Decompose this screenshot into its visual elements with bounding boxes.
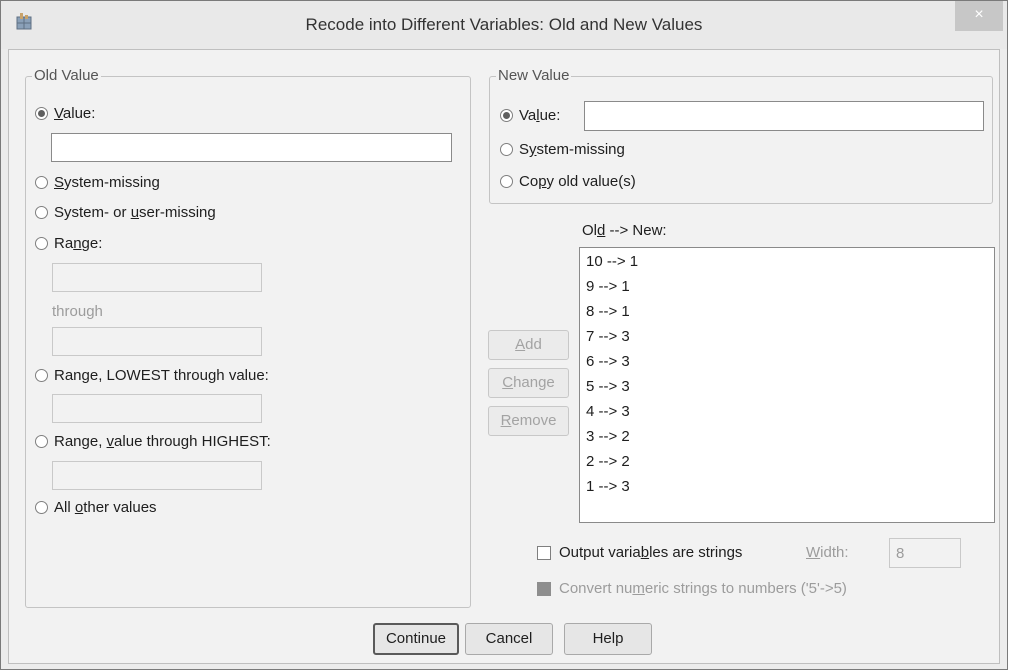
old-all-other-radio[interactable]: All other values	[35, 499, 157, 516]
radio-indicator	[500, 175, 513, 188]
radio-indicator	[35, 206, 48, 219]
window-title: Recode into Different Variables: Old and…	[305, 15, 703, 34]
list-item[interactable]: 1 --> 3	[586, 478, 630, 495]
list-item[interactable]: 5 --> 3	[586, 378, 630, 395]
continue-button[interactable]: Continue	[373, 623, 459, 655]
output-strings-checkbox[interactable]: Output variables are strings	[537, 544, 742, 561]
radio-indicator	[500, 143, 513, 156]
range-from-input[interactable]	[52, 263, 262, 292]
list-item[interactable]: 2 --> 2	[586, 453, 630, 470]
old-system-or-user-missing-radio[interactable]: System- or user-missing	[35, 204, 216, 221]
old-system-missing-label: System-missing	[54, 174, 160, 191]
title-bar: Recode into Different Variables: Old and…	[1, 1, 1007, 49]
list-item[interactable]: 6 --> 3	[586, 353, 630, 370]
help-button[interactable]: Help	[564, 623, 652, 655]
old-value-group: Old Value Value: System-missing System- …	[25, 67, 471, 608]
new-value-group: New Value Value: System-missing Copy old…	[489, 67, 993, 204]
old-range-highest-label: Range, value through HIGHEST:	[54, 433, 271, 450]
close-icon: ×	[974, 6, 984, 23]
old-system-or-user-missing-label: System- or user-missing	[54, 204, 216, 221]
checkbox-indicator	[537, 581, 551, 596]
list-item[interactable]: 9 --> 1	[586, 278, 630, 295]
new-value-input[interactable]	[584, 101, 984, 131]
radio-indicator	[35, 435, 48, 448]
range-lowest-input[interactable]	[52, 394, 262, 423]
list-item[interactable]: 10 --> 1	[586, 253, 638, 270]
old-range-highest-radio[interactable]: Range, value through HIGHEST:	[35, 433, 271, 450]
new-copy-old-radio[interactable]: Copy old value(s)	[500, 173, 636, 190]
range-highest-input[interactable]	[52, 461, 262, 490]
width-input[interactable]: 8	[889, 538, 961, 568]
new-value-label: Value:	[519, 107, 561, 124]
radio-indicator	[35, 369, 48, 382]
old-value-label: Value:	[54, 105, 96, 122]
convert-numeric-checkbox[interactable]: Convert numeric strings to numbers ('5'-…	[537, 580, 847, 597]
old-all-other-label: All other values	[54, 499, 157, 516]
list-item[interactable]: 3 --> 2	[586, 428, 630, 445]
width-value: 8	[896, 545, 905, 562]
list-item[interactable]: 8 --> 1	[586, 303, 630, 320]
old-value-input[interactable]	[51, 133, 452, 162]
mapping-header: Old --> New:	[582, 222, 667, 239]
radio-indicator	[35, 237, 48, 250]
radio-indicator	[35, 107, 48, 120]
output-strings-label: Output variables are strings	[559, 544, 743, 561]
remove-button[interactable]: Remove	[488, 406, 569, 436]
old-range-radio[interactable]: Range:	[35, 235, 102, 252]
old-system-missing-radio[interactable]: System-missing	[35, 174, 160, 191]
old-range-label: Range:	[54, 235, 103, 252]
list-item[interactable]: 4 --> 3	[586, 403, 630, 420]
new-value-legend: New Value	[496, 67, 572, 84]
new-value-radio[interactable]: Value:	[500, 107, 560, 124]
cancel-button[interactable]: Cancel	[465, 623, 553, 655]
convert-numeric-label: Convert numeric strings to numbers ('5'-…	[559, 580, 847, 597]
old-range-lowest-label: Range, LOWEST through value:	[54, 367, 269, 384]
old-value-legend: Old Value	[32, 67, 101, 84]
old-range-lowest-radio[interactable]: Range, LOWEST through value:	[35, 367, 269, 384]
old-value-radio[interactable]: Value:	[35, 105, 95, 122]
checkbox-indicator	[537, 545, 551, 560]
width-label: Width:	[806, 544, 849, 561]
mapping-list[interactable]: 10 --> 1 9 --> 1 8 --> 1 7 --> 3 6 --> 3…	[579, 247, 995, 523]
radio-indicator	[35, 176, 48, 189]
change-button[interactable]: Change	[488, 368, 569, 398]
dialog-body: Old Value Value: System-missing System- …	[8, 49, 1000, 664]
list-item[interactable]: 7 --> 3	[586, 328, 630, 345]
range-to-input[interactable]	[52, 327, 262, 356]
new-copy-old-label: Copy old value(s)	[519, 173, 636, 190]
through-label: through	[52, 303, 103, 320]
radio-indicator	[500, 109, 513, 122]
new-system-missing-label: System-missing	[519, 141, 625, 158]
dialog-window: Recode into Different Variables: Old and…	[0, 0, 1008, 670]
new-system-missing-radio[interactable]: System-missing	[500, 141, 625, 158]
radio-indicator	[35, 501, 48, 514]
add-button[interactable]: Add	[488, 330, 569, 360]
close-button[interactable]: ×	[955, 1, 1003, 31]
